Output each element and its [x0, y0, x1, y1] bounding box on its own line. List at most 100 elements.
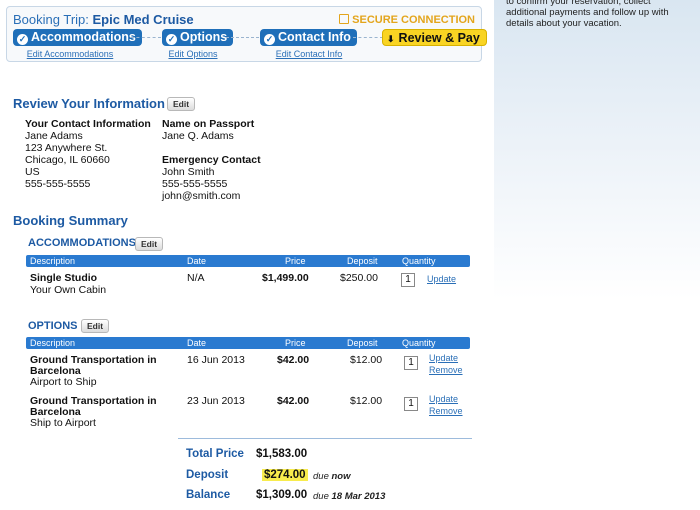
- review-heading: Review Your Information: [13, 96, 165, 111]
- contact-phone: 555-555-5555: [25, 178, 91, 190]
- emergency-email: john@smith.com: [162, 190, 241, 202]
- edit-options-button[interactable]: Edit: [81, 319, 110, 333]
- step-accommodations[interactable]: ✓ Accommodations: [13, 29, 142, 46]
- lock-icon: [339, 14, 350, 24]
- col-description: Description: [30, 256, 76, 266]
- balance-value: $1,309.00: [256, 489, 308, 501]
- col-deposit: Deposit: [347, 338, 378, 348]
- contact-label: Your Contact Information: [25, 118, 151, 130]
- quantity-input[interactable]: 1: [404, 397, 418, 411]
- balance-label: Balance: [186, 489, 231, 501]
- step-label: Options: [180, 30, 228, 44]
- item-deposit: $12.00: [350, 395, 383, 407]
- accommodations-heading: ACCOMMODATIONS: [28, 237, 136, 249]
- item-subtitle: Airport to Ship: [30, 376, 97, 388]
- item-title: Single Studio: [30, 272, 98, 284]
- contact-street: 123 Anywhere St.: [25, 142, 108, 154]
- total-price-label: Total Price: [186, 448, 244, 460]
- remove-link[interactable]: Remove: [429, 406, 463, 416]
- remove-link[interactable]: Remove: [429, 365, 463, 375]
- col-price: Price: [285, 256, 306, 266]
- sidebar-text: to confirm your reservation, collect add…: [506, 0, 669, 29]
- booking-summary-heading: Booking Summary: [13, 213, 128, 228]
- item-date: 16 Jun 2013: [187, 354, 245, 366]
- edit-accommodations-link[interactable]: Edit Accommodations: [25, 49, 115, 59]
- item-subtitle: Ship to Airport: [30, 417, 96, 429]
- passport-label: Name on Passport: [162, 118, 255, 130]
- table-row: Ground Transportation in Barcelona Airpo…: [26, 349, 470, 392]
- quantity-input[interactable]: 1: [404, 356, 418, 370]
- options-heading: OPTIONS: [28, 320, 78, 332]
- secure-connection: SECURE CONNECTION: [339, 14, 475, 26]
- due-prefix: due: [313, 471, 332, 482]
- step-connector: [226, 37, 259, 39]
- accommodations-table: Description Date Price Deposit Quantity …: [26, 255, 470, 307]
- item-subtitle: Your Own Cabin: [30, 284, 107, 296]
- download-arrow-icon: ⬇: [387, 34, 395, 44]
- step-label: Accommodations: [31, 30, 136, 44]
- trip-name: Epic Med Cruise: [92, 12, 194, 27]
- due-prefix: due: [313, 491, 332, 502]
- step-review-pay[interactable]: ⬇ Review & Pay: [382, 29, 487, 46]
- step-contact-info[interactable]: ✓ Contact Info: [260, 29, 357, 46]
- balance-due: due 18 Mar 2013: [313, 491, 385, 502]
- quantity-input[interactable]: 1: [401, 273, 415, 287]
- balance-due-date: 18 Mar 2013: [331, 491, 386, 502]
- emergency-name: John Smith: [162, 166, 215, 178]
- col-quantity: Quantity: [402, 338, 436, 348]
- passport-block: Name on Passport Jane Q. Adams: [162, 118, 254, 142]
- booking-progress: Booking Trip: Epic Med Cruise SECURE CON…: [6, 6, 487, 62]
- step-label: Review & Pay: [398, 31, 480, 45]
- col-quantity: Quantity: [402, 256, 436, 266]
- edit-accommodations-button[interactable]: Edit: [135, 237, 164, 251]
- options-table: Description Date Price Deposit Quantity …: [26, 337, 470, 435]
- deposit-label: Deposit: [186, 469, 229, 481]
- trip-title: Booking Trip: Epic Med Cruise: [13, 12, 194, 27]
- update-link[interactable]: Update: [427, 274, 456, 284]
- deposit-value: $274.00: [262, 469, 308, 481]
- emergency-phone: 555-555-5555: [162, 178, 228, 190]
- table-row: Ground Transportation in Barcelona Ship …: [26, 392, 470, 435]
- check-icon: ✓: [264, 34, 275, 45]
- item-price: $1,499.00: [262, 272, 309, 284]
- step-connector: [131, 37, 161, 39]
- item-date: N/A: [187, 272, 205, 284]
- edit-review-button[interactable]: Edit: [167, 97, 196, 111]
- totals-divider: [178, 438, 472, 439]
- emergency-contact-block: Emergency Contact John Smith 555-555-555…: [162, 154, 261, 202]
- deposit-due: due now: [313, 471, 351, 482]
- edit-options-link[interactable]: Edit Options: [163, 49, 223, 59]
- col-deposit: Deposit: [347, 256, 378, 266]
- table-header: Description Date Price Deposit Quantity: [26, 337, 470, 349]
- emergency-label: Emergency Contact: [162, 154, 261, 166]
- secure-label: SECURE CONNECTION: [352, 14, 475, 26]
- item-deposit: $250.00: [340, 272, 378, 284]
- edit-contact-info-link[interactable]: Edit Contact Info: [269, 49, 349, 59]
- item-price: $42.00: [277, 395, 310, 407]
- step-options[interactable]: ✓ Options: [162, 29, 234, 46]
- passport-name: Jane Q. Adams: [162, 130, 234, 142]
- table-row: Single Studio Your Own Cabin N/A $1,499.…: [26, 267, 470, 307]
- deposit-due-date: now: [331, 471, 351, 482]
- trip-title-prefix: Booking Trip:: [13, 12, 93, 27]
- contact-country: US: [25, 166, 40, 178]
- step-connector: [353, 37, 383, 39]
- item-price: $42.00: [277, 354, 310, 366]
- contact-name: Jane Adams: [25, 130, 83, 142]
- col-date: Date: [187, 338, 207, 348]
- check-icon: ✓: [17, 34, 28, 45]
- item-deposit: $12.00: [350, 354, 383, 366]
- col-price: Price: [285, 338, 306, 348]
- item-date: 23 Jun 2013: [187, 395, 245, 407]
- contact-city: Chicago, IL 60660: [25, 154, 110, 166]
- col-date: Date: [187, 256, 207, 266]
- table-header: Description Date Price Deposit Quantity: [26, 255, 470, 267]
- total-price-value: $1,583.00: [256, 448, 308, 460]
- step-label: Contact Info: [278, 30, 351, 44]
- sidebar-panel: to confirm your reservation, collect add…: [494, 0, 700, 510]
- contact-info-block: Your Contact Information Jane Adams 123 …: [25, 118, 151, 190]
- update-link[interactable]: Update: [429, 353, 458, 363]
- col-description: Description: [30, 338, 76, 348]
- update-link[interactable]: Update: [429, 394, 458, 404]
- check-icon: ✓: [166, 34, 177, 45]
